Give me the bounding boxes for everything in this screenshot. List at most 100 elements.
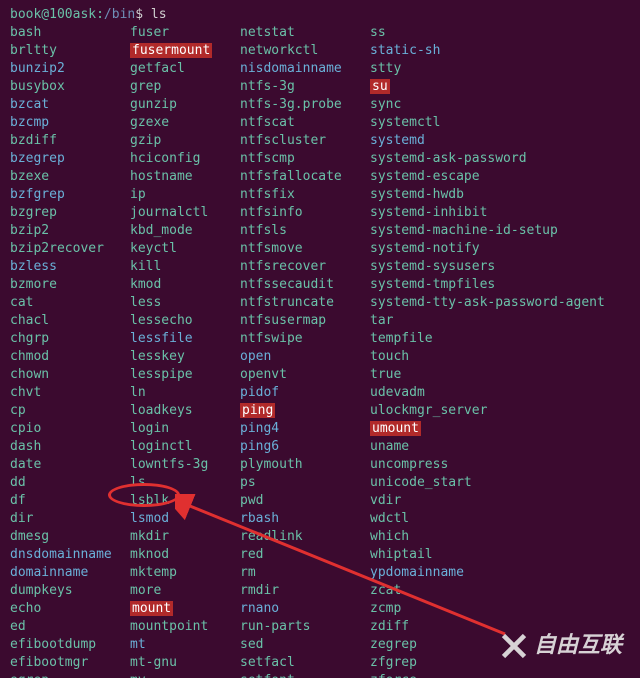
file-ping: ping xyxy=(240,403,275,418)
ls-row: bzmorekmodntfssecauditsystemd-tmpfiles xyxy=(10,276,630,294)
ls-cell: bzdiff xyxy=(10,132,130,150)
file-fusermount: fusermount xyxy=(130,43,212,58)
file-bzcmp: bzcmp xyxy=(10,115,49,130)
ls-output: bashfusernetstatssbrlttyfusermountnetwor… xyxy=(10,24,630,678)
ls-row: dmesg mkdir readlink which xyxy=(10,528,630,546)
ls-cell: efibootdump xyxy=(10,636,130,654)
ls-cell: unicode_start xyxy=(370,474,630,492)
file-efibootdump: efibootdump xyxy=(10,637,96,652)
file-vdir: vdir xyxy=(370,493,401,508)
ls-cell: static-sh xyxy=(370,42,630,60)
ls-cell: kill xyxy=(130,258,240,276)
file-rm: rm xyxy=(240,565,256,580)
file-ntfscat: ntfscat xyxy=(240,115,295,130)
file-brltty: brltty xyxy=(10,43,57,58)
ls-cell: mt-gnu xyxy=(130,654,240,672)
ls-cell: systemd-inhibit xyxy=(370,204,630,222)
file-dmesg: dmesg xyxy=(10,529,49,544)
file-getfacl: getfacl xyxy=(130,61,185,76)
file-mkdir: mkdir xyxy=(130,529,169,544)
file-grep: grep xyxy=(130,79,161,94)
file-systemd-tmpfiles: systemd-tmpfiles xyxy=(370,277,495,292)
file-mktemp: mktemp xyxy=(130,565,177,580)
ls-cell: dnsdomainname xyxy=(10,546,130,564)
ls-cell: setfacl xyxy=(240,654,370,672)
terminal[interactable]: book@100ask:/bin$ ls bashfusernetstatssb… xyxy=(0,0,640,678)
file-ln: ln xyxy=(130,385,146,400)
ls-row: efibootdumpmtsedzegrep xyxy=(10,636,630,654)
file-systemd-inhibit: systemd-inhibit xyxy=(370,205,487,220)
ls-cell: openvt xyxy=(240,366,370,384)
file-ntfsinfo: ntfsinfo xyxy=(240,205,303,220)
ls-cell: which xyxy=(370,528,630,546)
ls-row: echomountrnanozcmp xyxy=(10,600,630,618)
file-ss: ss xyxy=(370,25,386,40)
file-chown: chown xyxy=(10,367,49,382)
ls-cell: ntfstruncate xyxy=(240,294,370,312)
prompt-user: book@100ask xyxy=(10,7,96,22)
file-readlink: readlink xyxy=(240,529,303,544)
ls-row: edmountpointrun-partszdiff xyxy=(10,618,630,636)
ls-cell: efibootmgr xyxy=(10,654,130,672)
ls-cell: journalctl xyxy=(130,204,240,222)
file-mt: mt xyxy=(130,637,146,652)
ls-cell: tar xyxy=(370,312,630,330)
file-bzip2recover: bzip2recover xyxy=(10,241,104,256)
ls-cell: lowntfs-3g xyxy=(130,456,240,474)
ls-row: ddlspsunicode_start xyxy=(10,474,630,492)
ls-cell: systemctl xyxy=(370,114,630,132)
ls-cell: bzip2recover xyxy=(10,240,130,258)
file-sync: sync xyxy=(370,97,401,112)
ls-row: cploadkeyspingulockmgr_server xyxy=(10,402,630,420)
file-cat: cat xyxy=(10,295,33,310)
file-dd: dd xyxy=(10,475,26,490)
ls-cell: ntfscluster xyxy=(240,132,370,150)
ls-cell: bzless xyxy=(10,258,130,276)
file-lsblk: lsblk xyxy=(130,493,169,508)
ls-cell: dmesg xyxy=(10,528,130,546)
file-kmod: kmod xyxy=(130,277,161,292)
ls-cell: ntfsfallocate xyxy=(240,168,370,186)
file-systemd-escape: systemd-escape xyxy=(370,169,480,184)
file-systemd-notify: systemd-notify xyxy=(370,241,480,256)
file-stty: stty xyxy=(370,61,401,76)
file-less: less xyxy=(130,295,161,310)
file-systemd-machine-id-setup: systemd-machine-id-setup xyxy=(370,223,558,238)
file-ntfscmp: ntfscmp xyxy=(240,151,295,166)
file-lsmod: lsmod xyxy=(130,511,169,526)
file-ed: ed xyxy=(10,619,26,634)
ls-cell: sync xyxy=(370,96,630,114)
file-netstat: netstat xyxy=(240,25,295,40)
ls-cell: mt xyxy=(130,636,240,654)
file-chvt: chvt xyxy=(10,385,41,400)
file-ntfsmove: ntfsmove xyxy=(240,241,303,256)
file-tar: tar xyxy=(370,313,393,328)
file-date: date xyxy=(10,457,41,472)
file-networkctl: networkctl xyxy=(240,43,318,58)
file-ls: ls xyxy=(130,475,146,490)
file-which: which xyxy=(370,529,409,544)
ls-cell: mountpoint xyxy=(130,618,240,636)
ls-row: chmodlesskeyopentouch xyxy=(10,348,630,366)
file-rbash: rbash xyxy=(240,511,279,526)
ls-cell: keyctl xyxy=(130,240,240,258)
ls-cell: dir xyxy=(10,510,130,528)
ls-row: bzgrepjournalctlntfsinfosystemd-inhibit xyxy=(10,204,630,222)
file-bzegrep: bzegrep xyxy=(10,151,65,166)
file-rnano: rnano xyxy=(240,601,279,616)
ls-cell: bzip2 xyxy=(10,222,130,240)
file-ntfstruncate: ntfstruncate xyxy=(240,295,334,310)
file-bzdiff: bzdiff xyxy=(10,133,57,148)
ls-row: chacllessechontfsusermaptar xyxy=(10,312,630,330)
ls-cell: pwd xyxy=(240,492,370,510)
ls-cell: rm xyxy=(240,564,370,582)
file-ntfsfix: ntfsfix xyxy=(240,187,295,202)
ls-cell: cp xyxy=(10,402,130,420)
ls-cell: ntfssecaudit xyxy=(240,276,370,294)
ls-row: bunzip2getfaclnisdomainnamestty xyxy=(10,60,630,78)
file-mountpoint: mountpoint xyxy=(130,619,208,634)
file-pwd: pwd xyxy=(240,493,263,508)
file-bzless: bzless xyxy=(10,259,57,274)
file-wdctl: wdctl xyxy=(370,511,409,526)
ls-cell: mkdir xyxy=(130,528,240,546)
